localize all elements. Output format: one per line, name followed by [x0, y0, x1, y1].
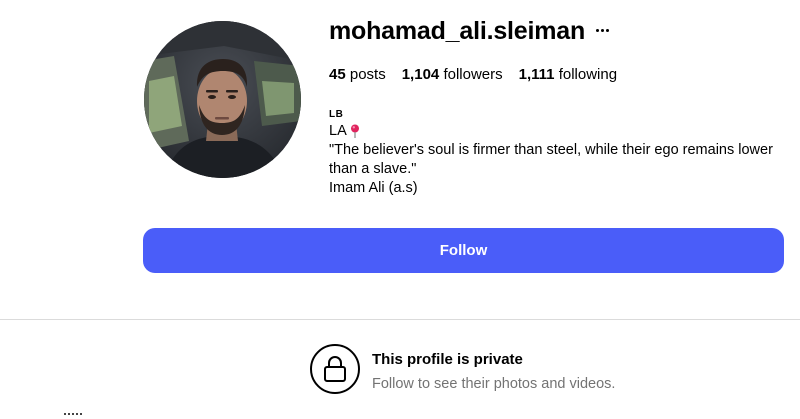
profile-bio: LB LA "The believer's soul is firmer tha… — [329, 108, 789, 198]
followers-label: followers — [443, 66, 503, 83]
avatar-photo — [144, 21, 301, 178]
posts-count: 45 — [329, 66, 346, 83]
profile-avatar[interactable] — [144, 21, 301, 178]
posts-label: posts — [349, 66, 386, 83]
followers-count: 1,104 — [401, 66, 440, 83]
profile-page: mohamad_ali.sleiman 45 posts 1,104 follo… — [0, 0, 800, 419]
more-dot — [600, 28, 604, 32]
more-dot — [605, 28, 609, 32]
bio-location: LA — [329, 123, 347, 139]
posts-stat: 45 posts — [329, 65, 386, 85]
bio-category: LB — [329, 109, 344, 120]
following-count: 1,111 — [518, 66, 555, 83]
following-label: following — [558, 66, 618, 83]
bio-attribution: Imam Ali (a.s) — [329, 180, 418, 196]
cropped-content-fragment — [64, 413, 82, 419]
round-pushpin-icon — [350, 124, 359, 139]
followers-stat[interactable]: 1,104 followers — [402, 65, 503, 85]
more-options-icon[interactable] — [592, 18, 612, 42]
private-lock-badge — [310, 344, 360, 394]
bio-quote: "The believer's soul is firmer than stee… — [329, 142, 773, 177]
following-stat[interactable]: 1,111 following — [519, 65, 617, 85]
profile-username: mohamad_ali.sleiman — [329, 17, 586, 45]
private-title: This profile is private — [372, 351, 523, 368]
private-subtitle: Follow to see their photos and videos. — [372, 376, 616, 392]
section-divider — [0, 319, 800, 320]
follow-button[interactable]: Follow — [143, 228, 784, 273]
profile-stats: 45 posts 1,104 followers 1,111 following — [329, 65, 633, 85]
lock-icon — [324, 356, 346, 382]
more-dot — [595, 28, 599, 32]
bio-location-line: LA — [329, 122, 789, 141]
